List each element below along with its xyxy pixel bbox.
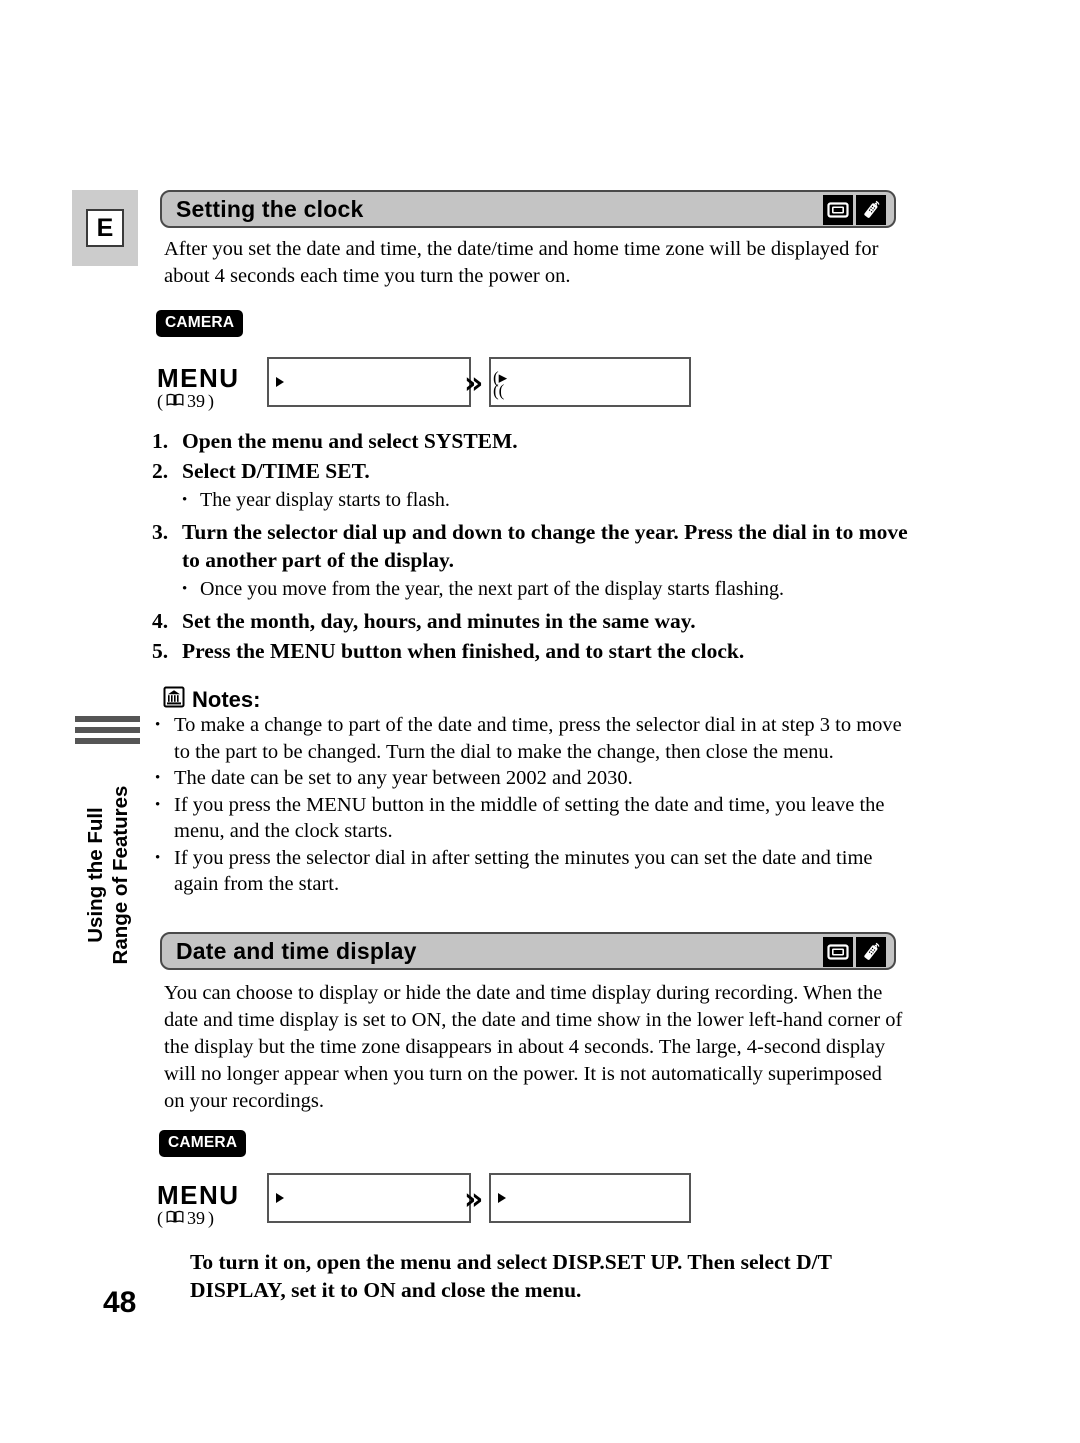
bullet-dot-icon: • — [155, 770, 161, 786]
note-text: The date can be set to any year between … — [174, 767, 633, 789]
step-text: Select D/TIME SET. — [182, 459, 370, 483]
step-number: 4. — [152, 609, 169, 633]
book-icon — [166, 1209, 184, 1227]
note-item: • The date can be set to any year betwee… — [155, 765, 907, 792]
section-header-date-and-time-display: Date and time display — [160, 932, 896, 970]
running-head-vertical: Using the Full Range of Features — [72, 760, 144, 990]
language-tab: E — [72, 190, 138, 266]
running-head-text: Using the Full Range of Features — [83, 760, 133, 990]
menu-screen-box-1[interactable] — [267, 1173, 471, 1223]
bullet-dot-icon: • — [182, 581, 188, 597]
step-item: 4. Set the month, day, hours, and minute… — [152, 607, 912, 635]
bullet-dot-icon: • — [155, 796, 161, 813]
menu-screen-box-2[interactable]: (▸(( — [489, 357, 691, 407]
menu-button-label: MENU — [157, 363, 240, 393]
running-head-line-1: Using the Full — [84, 807, 107, 943]
step-item: 1. Open the menu and select SYSTEM. — [152, 427, 912, 455]
step-text: Open the menu and select SYSTEM. — [182, 429, 518, 453]
menu-page-reference: ( 39 ) — [157, 1209, 214, 1227]
section1-steps-list: 1. Open the menu and select SYSTEM. 2. S… — [152, 427, 912, 667]
note-item: • To make a change to part of the date a… — [155, 712, 907, 765]
section2-intro-paragraph: You can choose to display or hide the da… — [164, 982, 903, 1112]
bullet-dot-icon: • — [182, 492, 188, 508]
step-number: 5. — [152, 639, 169, 663]
note-text: To make a change to part of the date and… — [174, 714, 902, 763]
step-sub-bullet: • The year display starts to flash. — [152, 487, 912, 514]
menu-page-reference: ( 39 ) — [157, 392, 214, 410]
notes-label: Notes: — [192, 686, 261, 712]
step-item: 5. Press the MENU button when finished, … — [152, 637, 912, 665]
note-item: • If you press the selector dial in afte… — [155, 845, 907, 898]
step-item: 2. Select D/TIME SET. — [152, 457, 912, 485]
camcorder-icon — [823, 937, 853, 967]
page-ref-number: 39 — [187, 391, 205, 411]
menu-cursor-pointer-icon — [276, 377, 284, 387]
remote-control-icon — [856, 937, 886, 967]
book-icon — [166, 392, 184, 410]
notes-heading: Notes: — [163, 686, 260, 713]
step-sub-bullet-text: The year display starts to flash. — [200, 489, 450, 511]
step-text: Press the MENU button when finished, and… — [182, 639, 745, 663]
arrow-to-next-screen-icon: » — [464, 1182, 484, 1217]
menu-screen-box-1[interactable] — [267, 357, 471, 407]
rule-line — [75, 738, 140, 744]
bullet-dot-icon: • — [155, 849, 161, 866]
paren-open: ( — [157, 1208, 163, 1228]
final-instruction: To turn it on, open the menu and select … — [190, 1250, 832, 1302]
camera-mode-badge: CAMERA — [156, 310, 244, 337]
rule-line — [75, 716, 140, 722]
step-item: 3. Turn the selector dial up and down to… — [152, 518, 912, 574]
page-ref-number: 39 — [187, 1208, 205, 1228]
section-mode-icons — [823, 195, 886, 225]
step-text: Set the month, day, hours, and minutes i… — [182, 609, 696, 633]
note-text: If you press the MENU button in the midd… — [174, 793, 885, 843]
paren-close: ) — [208, 391, 214, 411]
arrow-to-next-screen-icon: » — [464, 366, 484, 401]
step-sub-bullet: • Once you move from the year, the next … — [152, 576, 912, 603]
running-head-rules — [75, 716, 140, 749]
note-item: • If you press the MENU button in the mi… — [155, 792, 907, 845]
note-text: If you press the selector dial in after … — [174, 846, 873, 896]
notes-list: • To make a change to part of the date a… — [155, 712, 907, 898]
section-header-setting-the-clock: Setting the clock — [160, 190, 896, 228]
section-title: Setting the clock — [176, 195, 364, 222]
section1-intro-paragraph: After you set the date and time, the dat… — [164, 238, 879, 287]
camera-mode-badge: CAMERA — [159, 1130, 247, 1157]
running-head-line-2: Range of Features — [109, 785, 132, 965]
paren-open: ( — [157, 391, 163, 411]
menu-screen-box-2[interactable] — [489, 1173, 691, 1223]
paren-close: ) — [208, 1208, 214, 1228]
section-title: Date and time display — [176, 937, 417, 964]
bullet-dot-icon: • — [155, 717, 161, 733]
step-sub-bullet-text: Once you move from the year, the next pa… — [200, 578, 785, 600]
camcorder-icon — [823, 195, 853, 225]
step-number: 1. — [152, 429, 169, 453]
menu-cursor-pointer-icon — [498, 1193, 506, 1203]
step-text: Turn the selector dial up and down to ch… — [182, 520, 908, 572]
step-number: 3. — [152, 520, 169, 544]
remote-control-icon — [856, 195, 886, 225]
menu-cursor-pointer-icon — [276, 1193, 284, 1203]
menu-button-label: MENU — [157, 1180, 240, 1210]
language-tab-letter: E — [86, 209, 124, 247]
page-number: 48 — [103, 1286, 137, 1319]
step-number: 2. — [152, 459, 169, 483]
rule-line — [75, 727, 140, 733]
section-mode-icons — [823, 937, 886, 967]
note-memo-icon — [163, 686, 185, 713]
menu-cursor-pointer-icon-2: (▸(( — [493, 368, 508, 400]
